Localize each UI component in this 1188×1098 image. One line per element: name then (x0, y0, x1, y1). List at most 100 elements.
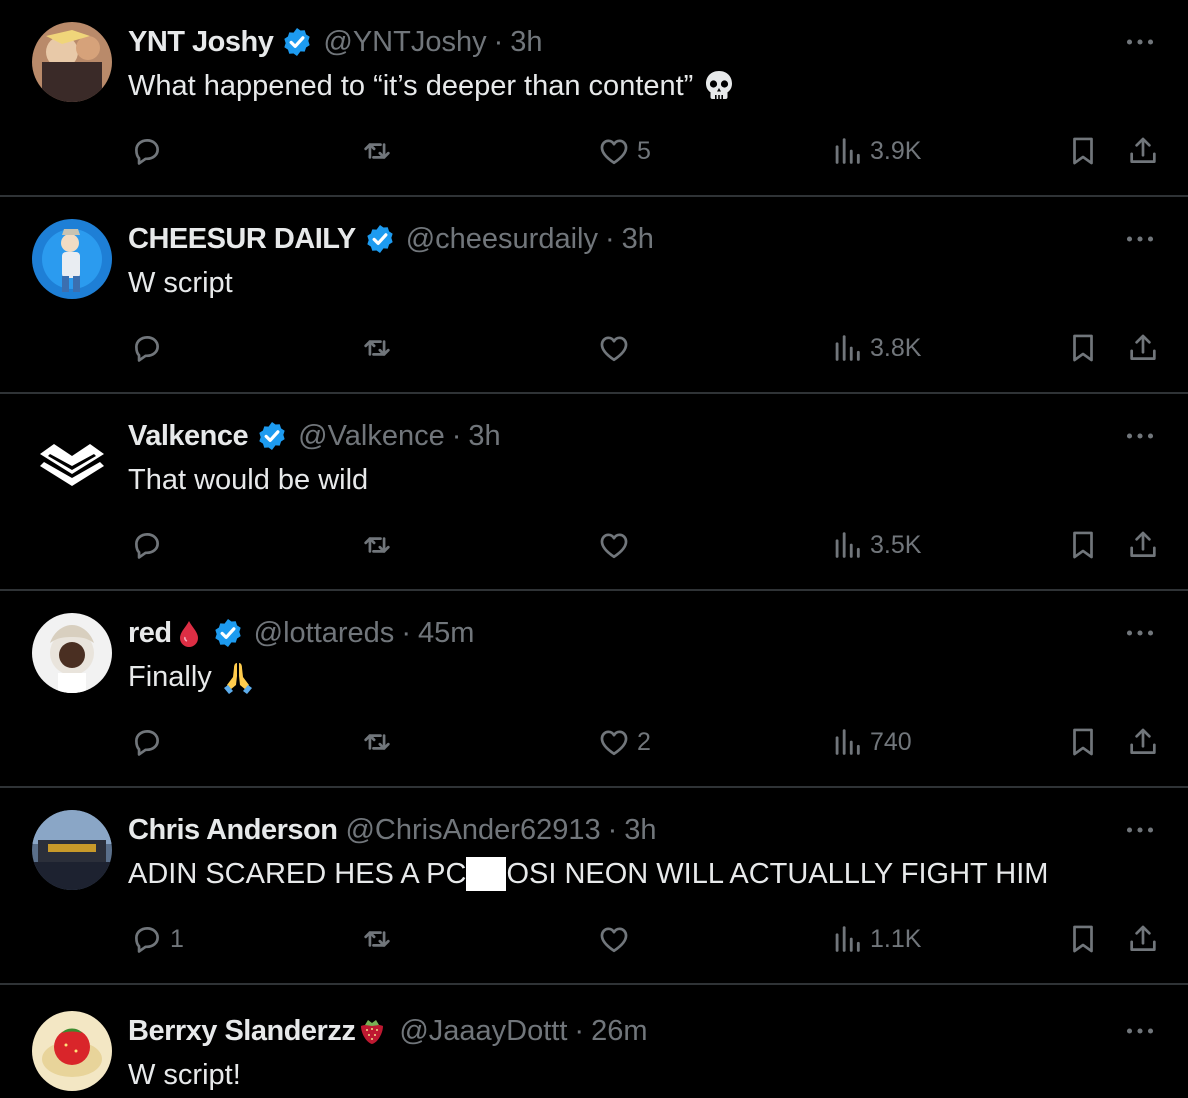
separator: · (493, 26, 504, 58)
verified-badge-icon (281, 26, 313, 58)
views-count: 3.8K (870, 333, 922, 362)
tweet-header: Chris Anderson @ChrisAnder62913 · 3h (128, 812, 657, 848)
tweet-text-content: W script! (128, 1059, 241, 1091)
tweet-header: Berrxy Slanderzz @JaaayDottt · 26m (128, 1013, 648, 1049)
more-icon[interactable] (1122, 615, 1158, 651)
tweet-actions: 3.5K (0, 522, 1188, 568)
like-count: 2 (637, 727, 651, 756)
views-button[interactable]: 3.9K (830, 128, 921, 174)
retweet-button[interactable] (360, 719, 400, 765)
share-button[interactable] (1126, 325, 1160, 371)
tweet-red[interactable]: red @lottareds · 45m Finally 2 740 (0, 591, 1188, 788)
reply-icon (130, 528, 164, 562)
share-button[interactable] (1126, 916, 1160, 962)
more-icon[interactable] (1122, 812, 1158, 848)
share-icon (1126, 528, 1160, 562)
reply-feed: YNT Joshy @YNTJoshy · 3h What happened t… (0, 0, 1188, 1098)
timestamp[interactable]: 3h (510, 24, 542, 60)
reply-icon (130, 134, 164, 168)
retweet-button[interactable] (360, 916, 400, 962)
verified-badge-icon (364, 223, 396, 255)
handle[interactable]: @ChrisAnder62913 (345, 812, 600, 848)
reply-button[interactable] (130, 719, 170, 765)
bookmark-button[interactable] (1066, 128, 1100, 174)
like-button[interactable] (597, 522, 637, 568)
views-button[interactable]: 740 (830, 719, 912, 765)
avatar[interactable] (32, 219, 112, 299)
tweet-chris-anderson[interactable]: Chris Anderson @ChrisAnder62913 · 3h ADI… (0, 788, 1188, 985)
reply-count: 1 (170, 924, 184, 953)
timestamp[interactable]: 26m (591, 1013, 647, 1049)
views-icon (830, 331, 864, 365)
reply-button[interactable]: 1 (130, 916, 184, 962)
tweet-header: YNT Joshy @YNTJoshy · 3h (128, 24, 543, 60)
timestamp[interactable]: 3h (468, 418, 500, 454)
handle[interactable]: @YNTJoshy (323, 24, 486, 60)
reply-button[interactable] (130, 325, 170, 371)
views-button[interactable]: 3.5K (830, 522, 921, 568)
bookmark-button[interactable] (1066, 916, 1100, 962)
tweet-valkence[interactable]: Valkence @Valkence · 3h That would be wi… (0, 394, 1188, 591)
more-icon[interactable] (1122, 1013, 1158, 1049)
retweet-button[interactable] (360, 128, 400, 174)
avatar[interactable] (32, 613, 112, 693)
handle[interactable]: @JaaayDottt (399, 1013, 567, 1049)
more-icon[interactable] (1122, 24, 1158, 60)
more-icon[interactable] (1122, 418, 1158, 454)
tweet-text-before: ADIN SCARED HES A PC (128, 858, 467, 890)
display-name[interactable]: Berrxy Slanderzz (128, 1013, 356, 1049)
like-button[interactable]: 5 (597, 128, 651, 174)
bookmark-icon (1066, 725, 1100, 759)
retweet-icon (360, 331, 394, 365)
reply-button[interactable] (130, 522, 170, 568)
tweet-text-content: Finally (128, 661, 212, 693)
display-name[interactable]: CHEESUR DAILY (128, 221, 356, 257)
timestamp[interactable]: 3h (622, 221, 654, 257)
verified-badge-icon (256, 420, 288, 452)
display-name[interactable]: red (128, 615, 172, 651)
share-button[interactable] (1126, 128, 1160, 174)
like-count: 5 (637, 136, 651, 165)
timestamp[interactable]: 3h (624, 812, 656, 848)
views-button[interactable]: 3.8K (830, 325, 921, 371)
views-icon (830, 134, 864, 168)
tweet-text: What happened to “it’s deeper than conte… (128, 66, 737, 106)
avatar[interactable] (32, 810, 112, 890)
separator: · (607, 814, 618, 846)
retweet-button[interactable] (360, 522, 400, 568)
tweet-ynt-joshy[interactable]: YNT Joshy @YNTJoshy · 3h What happened t… (0, 0, 1188, 197)
share-button[interactable] (1126, 522, 1160, 568)
like-button[interactable]: 2 (597, 719, 651, 765)
display-name[interactable]: Chris Anderson (128, 812, 338, 848)
share-button[interactable] (1126, 719, 1160, 765)
views-button[interactable]: 1.1K (830, 916, 921, 962)
reply-button[interactable] (130, 128, 170, 174)
avatar[interactable] (32, 22, 112, 102)
more-icon[interactable] (1122, 221, 1158, 257)
retweet-icon (360, 725, 394, 759)
like-button[interactable] (597, 325, 637, 371)
bookmark-button[interactable] (1066, 522, 1100, 568)
bookmark-button[interactable] (1066, 325, 1100, 371)
heart-icon (597, 134, 631, 168)
tweet-berrxy-slanderzz[interactable]: Berrxy Slanderzz @JaaayDottt · 26m W scr… (0, 985, 1188, 1098)
separator: · (451, 420, 462, 452)
tweet-cheesur-daily[interactable]: CHEESUR DAILY @cheesurdaily · 3h W scrip… (0, 197, 1188, 394)
handle[interactable]: @Valkence (298, 418, 445, 454)
share-icon (1126, 922, 1160, 956)
bookmark-icon (1066, 134, 1100, 168)
views-icon (830, 922, 864, 956)
handle[interactable]: @cheesurdaily (406, 221, 598, 257)
folded-hands-icon (220, 659, 256, 695)
avatar[interactable] (32, 416, 112, 496)
retweet-button[interactable] (360, 325, 400, 371)
like-button[interactable] (597, 916, 637, 962)
display-name[interactable]: Valkence (128, 418, 249, 454)
handle[interactable]: @lottareds (254, 615, 395, 651)
avatar[interactable] (32, 1011, 112, 1091)
display-name[interactable]: YNT Joshy (128, 24, 274, 60)
separator: · (604, 223, 615, 255)
bookmark-icon (1066, 922, 1100, 956)
bookmark-button[interactable] (1066, 719, 1100, 765)
timestamp[interactable]: 45m (418, 615, 474, 651)
